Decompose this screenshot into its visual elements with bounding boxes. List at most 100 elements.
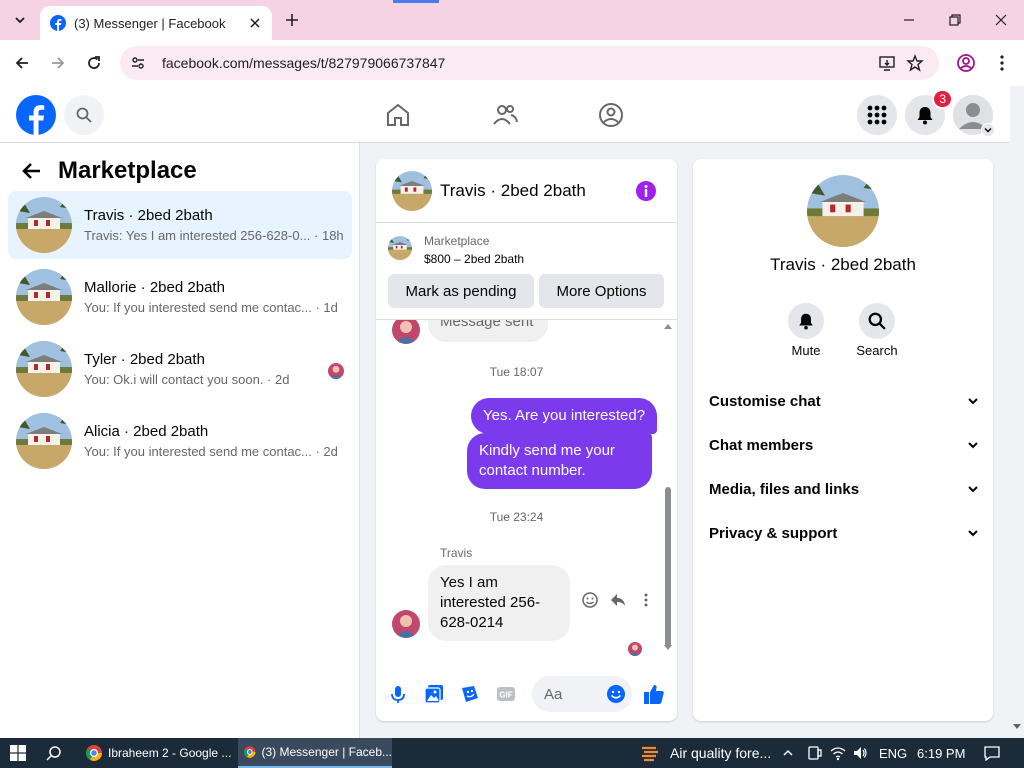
section-privacy-support[interactable]: Privacy & support [709, 521, 979, 545]
weather-widget[interactable]: Air quality fore... [640, 738, 771, 768]
profile-button[interactable] [952, 49, 980, 77]
message-bubble-outgoing[interactable]: Yes. Are you interested? [471, 398, 658, 434]
tray-overflow-button[interactable] [782, 738, 794, 768]
kebab-menu-icon [644, 593, 648, 607]
reload-button[interactable] [80, 49, 108, 77]
sticker-button[interactable] [458, 682, 482, 706]
notification-center-icon [984, 746, 1000, 761]
conversation-item[interactable]: Alicia · 2bed 2bath You: If you interest… [8, 407, 352, 475]
like-button[interactable] [642, 682, 666, 706]
tray-language[interactable]: ENG [879, 738, 907, 768]
friends-icon [493, 105, 518, 125]
section-customise-chat[interactable]: Customise chat [709, 389, 979, 413]
back-button[interactable] [8, 49, 36, 77]
chat-scrollbar[interactable] [663, 322, 673, 652]
emoji-button[interactable] [604, 682, 628, 706]
message-bubble-incoming[interactable]: Yes I am interested 256-628-0214 [428, 565, 570, 641]
message-bubble-incoming[interactable]: Message sent [428, 320, 548, 342]
mark-as-pending-button[interactable]: Mark as pending [388, 274, 534, 308]
facebook-logo[interactable] [16, 95, 56, 135]
chat-avatar[interactable] [392, 171, 432, 211]
scroll-down-icon[interactable] [1010, 722, 1024, 732]
arrow-left-icon [15, 57, 28, 69]
conversation-snippet: You: If you interested send me contac...… [84, 444, 338, 459]
back-arrow-icon[interactable] [20, 160, 42, 182]
tray-network[interactable] [830, 738, 846, 768]
arrow-right-icon [52, 57, 65, 69]
marketplace-listing-bar: Marketplace $800 – 2bed 2bath Mark as pe… [376, 224, 677, 320]
scroll-down-icon[interactable] [663, 644, 673, 652]
gif-button[interactable]: GIF [494, 682, 518, 706]
facebook-logo-icon [16, 95, 56, 135]
section-media-files-links[interactable]: Media, files and links [709, 477, 979, 501]
tray-meet-now[interactable] [806, 738, 822, 768]
taskbar-app-label: Ibraheem 2 - Google ... [108, 746, 232, 760]
close-icon [250, 18, 260, 28]
new-tab-button[interactable] [280, 8, 304, 32]
svg-text:GIF: GIF [499, 691, 512, 700]
minimize-icon [904, 19, 914, 21]
chat-title[interactable]: Travis · 2bed 2bath [440, 181, 635, 201]
address-bar[interactable]: facebook.com/messages/t/827979066737847 [120, 46, 939, 80]
listing-thumbnail[interactable] [388, 236, 412, 260]
page-scrollbar[interactable] [1010, 86, 1024, 738]
forward-button[interactable] [44, 49, 72, 77]
scroll-thumb[interactable] [665, 487, 671, 647]
tray-volume[interactable] [852, 738, 868, 768]
chrome-icon [244, 746, 256, 758]
more-options-button[interactable]: More Options [539, 274, 664, 308]
info-avatar [807, 175, 879, 247]
menu-button[interactable] [857, 95, 897, 135]
react-button[interactable] [580, 590, 600, 610]
install-app-icon[interactable] [873, 49, 901, 77]
conversation-item[interactable]: Mallorie · 2bed 2bath You: If you intere… [8, 263, 352, 331]
kebab-menu-icon [1000, 55, 1004, 71]
nav-groups[interactable] [596, 100, 626, 130]
notification-center-button[interactable] [984, 738, 1000, 768]
nav-home[interactable] [383, 100, 413, 130]
more-actions-button[interactable] [636, 590, 656, 610]
air-quality-icon [642, 746, 658, 762]
taskbar-app-chrome-2[interactable]: (3) Messenger | Faceb... [238, 738, 392, 768]
conversation-info-panel: Travis · 2bed 2bath Mute Search Customis… [693, 159, 993, 721]
chat-panel: Travis · 2bed 2bath Marketplace $800 – 2… [376, 159, 677, 721]
message-composer: GIF Aa [376, 674, 677, 714]
start-button[interactable] [10, 738, 26, 768]
section-label: Privacy & support [709, 524, 838, 542]
facebook-search-button[interactable] [64, 95, 104, 135]
tab-messenger[interactable]: (3) Messenger | Facebook [40, 6, 272, 40]
minimize-button[interactable] [886, 6, 932, 34]
tab-close-button[interactable] [244, 12, 266, 34]
reply-button[interactable] [608, 590, 628, 610]
conversation-item[interactable]: Travis · 2bed 2bath Travis: Yes I am int… [8, 191, 352, 259]
sender-avatar [392, 610, 420, 638]
conversation-item[interactable]: Tyler · 2bed 2bath You: Ok.i will contac… [8, 335, 352, 403]
scroll-up-icon[interactable] [663, 322, 673, 330]
search-in-conversation-action[interactable]: Search [847, 303, 907, 358]
taskbar-app-label: (3) Messenger | Faceb... [261, 745, 393, 759]
voice-clip-button[interactable] [386, 682, 410, 706]
site-info-icon[interactable] [124, 49, 152, 77]
info-icon[interactable] [635, 180, 657, 202]
restore-button[interactable] [932, 6, 978, 34]
mute-action[interactable]: Mute [776, 303, 836, 358]
bookmark-star-icon[interactable] [901, 49, 929, 77]
window-close-button[interactable] [978, 6, 1024, 34]
windows-icon [10, 745, 26, 761]
notifications-button[interactable]: 3 [905, 89, 953, 135]
panel-title: Marketplace [58, 157, 197, 184]
nav-friends[interactable] [490, 100, 520, 130]
tray-clock[interactable]: 6:19 PM [917, 738, 965, 768]
tab-search-button[interactable] [6, 8, 34, 32]
taskbar-app-chrome-1[interactable]: Ibraheem 2 - Google ... [80, 738, 234, 768]
message-bubble-outgoing[interactable]: Kindly send me your contact number. [467, 433, 652, 489]
search-label: Search [856, 343, 898, 358]
section-label: Media, files and links [709, 480, 860, 498]
attach-media-button[interactable] [422, 682, 446, 706]
browser-menu-button[interactable] [988, 49, 1016, 77]
section-chat-members[interactable]: Chat members [709, 433, 979, 457]
speaker-icon [854, 747, 867, 759]
listing-price-title[interactable]: $800 – 2bed 2bath [424, 252, 524, 266]
account-avatar-button[interactable] [953, 95, 995, 137]
taskbar-search-button[interactable] [46, 738, 62, 768]
